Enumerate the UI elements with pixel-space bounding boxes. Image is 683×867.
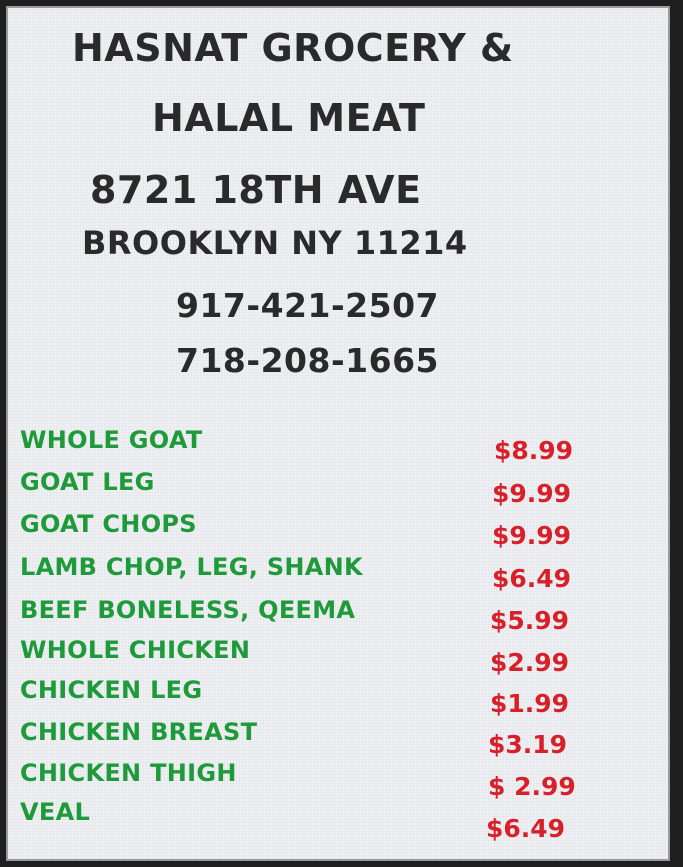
- menu-item-price: $1.99: [490, 689, 570, 718]
- phone-number-2: 718-208-1665: [176, 341, 440, 380]
- photo-background: HASNAT GROCERY & HALAL MEAT 8721 18TH AV…: [0, 0, 683, 867]
- menu-item-price: $2.99: [490, 648, 570, 677]
- menu-item-name: CHICKEN LEG: [20, 676, 203, 704]
- menu-item-price: $9.99: [492, 479, 572, 508]
- menu-item-name: CHICKEN THIGH: [20, 759, 237, 787]
- menu-item-price: $ 2.99: [488, 772, 576, 801]
- menu-item-price: $5.99: [490, 606, 570, 635]
- store-name-line-2: HALAL MEAT: [152, 96, 426, 140]
- menu-item-name: GOAT CHOPS: [20, 510, 197, 538]
- menu-item-price: $8.99: [494, 436, 574, 465]
- menu-item-name: WHOLE GOAT: [20, 426, 203, 454]
- menu-item-name: VEAL: [20, 798, 91, 826]
- phone-number-1: 917-421-2507: [176, 286, 440, 325]
- price-sign: HASNAT GROCERY & HALAL MEAT 8721 18TH AV…: [6, 6, 670, 861]
- menu-item-name: GOAT LEG: [20, 468, 155, 496]
- menu-item-price: $6.49: [492, 564, 572, 593]
- menu-item-name: WHOLE CHICKEN: [20, 636, 251, 664]
- street-address: 8721 18TH AVE: [90, 168, 422, 212]
- menu-item-price: $6.49: [486, 814, 566, 843]
- menu-item-name: BEEF BONELESS, QEEMA: [20, 596, 356, 624]
- menu-item-name: CHICKEN BREAST: [20, 718, 258, 746]
- menu-item-price: $9.99: [492, 521, 572, 550]
- menu-item-name: LAMB CHOP, LEG, SHANK: [20, 553, 363, 581]
- store-name-line-1: HASNAT GROCERY &: [72, 26, 514, 70]
- menu-item-price: $3.19: [488, 730, 568, 759]
- city-state-zip: BROOKLYN NY 11214: [82, 224, 468, 262]
